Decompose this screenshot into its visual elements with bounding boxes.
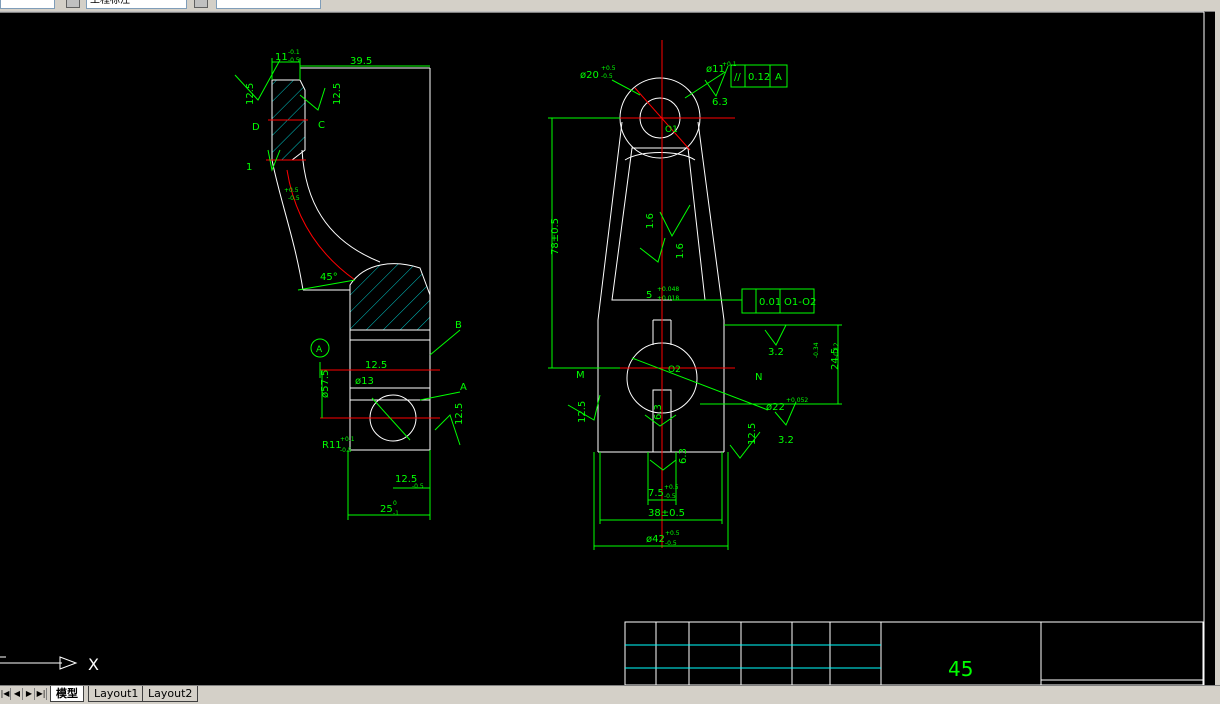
svg-text:1.6: 1.6 (675, 243, 686, 259)
svg-text:ø22: ø22 (766, 402, 785, 413)
svg-text:C: C (318, 120, 325, 131)
ucs-icon (0, 656, 78, 670)
svg-text:38±0.5: 38±0.5 (648, 508, 685, 519)
svg-text:-0.5: -0.5 (288, 195, 300, 202)
table-style-icon[interactable] (194, 0, 208, 8)
svg-text:-0.5: -0.5 (664, 493, 676, 500)
side-arm-inner (301, 149, 381, 263)
svg-text:-0.12: -0.12 (833, 342, 840, 358)
gdt-datum-top: A (775, 72, 782, 83)
dimstyle-combo[interactable]: 工程标注 (86, 0, 187, 9)
svg-text:O2: O2 (668, 365, 681, 375)
material-label: 45 (948, 657, 973, 681)
svg-text:A: A (316, 345, 323, 355)
svg-text:+0.048: +0.048 (657, 286, 679, 293)
svg-text:+0.018: +0.018 (657, 295, 679, 302)
svg-text:-0.5: -0.5 (340, 447, 352, 454)
svg-text:0: 0 (393, 500, 397, 507)
svg-text:3.2: 3.2 (768, 347, 784, 358)
last-tab-icon[interactable]: ▶| (36, 688, 47, 700)
first-tab-icon[interactable]: |◀ (0, 688, 11, 700)
layout-tab-bar: |◀ ◀ ▶ ▶| 模型 Layout1 Layout2 (0, 685, 1220, 704)
svg-text:6.3: 6.3 (678, 448, 689, 464)
svg-text:-0.5: -0.5 (601, 73, 613, 80)
side-arm-outer (271, 159, 304, 291)
svg-text:12.5: 12.5 (332, 83, 343, 105)
drawing-canvas[interactable]: 11 -0.1 -0.5 39.5 12.5 12.5 D C 1 +0.5 -… (0, 11, 1215, 685)
style-icon[interactable] (66, 0, 80, 8)
svg-text:-0.1: -0.1 (288, 49, 300, 56)
svg-text:3.2: 3.2 (778, 435, 794, 446)
tab-layout1[interactable]: Layout1 (88, 686, 145, 702)
svg-text:+0.5: +0.5 (665, 530, 680, 537)
svg-text:-0.5: -0.5 (665, 540, 677, 547)
tab-layout2[interactable]: Layout2 (142, 686, 199, 702)
dim-11: 11 (275, 52, 288, 63)
svg-text:45°: 45° (320, 272, 338, 283)
ucs-x-label: X (88, 655, 99, 674)
svg-text:N: N (755, 372, 762, 383)
front-view (597, 77, 725, 453)
svg-text:B: B (455, 320, 462, 331)
front-centerlines (552, 40, 735, 548)
gdt-value-top: 0.12 (748, 72, 770, 83)
svg-text:M: M (576, 370, 585, 381)
svg-text:12.5: 12.5 (747, 423, 758, 445)
svg-text:R11: R11 (322, 440, 342, 451)
side-view (266, 67, 440, 451)
svg-text:+0.5: +0.5 (664, 484, 679, 491)
svg-text:-0.34: -0.34 (813, 342, 820, 358)
side-lower-body (349, 329, 431, 451)
svg-text:78±0.5: 78±0.5 (550, 218, 561, 255)
svg-text:A: A (460, 382, 467, 393)
svg-text:12.5: 12.5 (365, 360, 387, 371)
svg-text:6.3: 6.3 (653, 404, 664, 420)
svg-text:1: 1 (246, 162, 252, 173)
gdt-datum-mid: O1-O2 (784, 297, 816, 308)
tablestyle-combo[interactable] (216, 0, 321, 9)
svg-text:+0.5: +0.5 (284, 187, 299, 194)
front-arm-left (597, 121, 623, 452)
tab-model[interactable]: 模型 (50, 686, 84, 702)
gdt-value-mid: 0.01 (759, 297, 781, 308)
dim-39: 39.5 (350, 56, 372, 67)
svg-text:12.5: 12.5 (577, 401, 588, 423)
svg-text:+0.1: +0.1 (722, 61, 737, 68)
prev-tab-icon[interactable]: ◀ (12, 688, 23, 700)
svg-text:ø42: ø42 (646, 534, 665, 545)
title-block (624, 621, 1204, 685)
svg-text:ø57.5: ø57.5 (320, 370, 331, 398)
vertical-scrollbar[interactable] (1215, 11, 1220, 685)
svg-text:5: 5 (646, 290, 652, 301)
svg-text:25: 25 (380, 504, 393, 515)
svg-text:12.5: 12.5 (245, 83, 256, 105)
svg-text:D: D (252, 122, 260, 133)
svg-text:O1: O1 (665, 125, 678, 135)
svg-text:6.3: 6.3 (712, 97, 728, 108)
side-lower-hatch (349, 263, 431, 331)
svg-text:-0.5: -0.5 (288, 57, 300, 64)
svg-text:-1: -1 (393, 510, 399, 517)
front-inner-slot (611, 147, 706, 301)
svg-text:ø20: ø20 (580, 70, 599, 81)
svg-text:-0.5: -0.5 (412, 483, 424, 490)
layer-combo[interactable] (0, 0, 55, 9)
front-arm-right (697, 121, 725, 452)
svg-text:7.5: 7.5 (648, 488, 664, 499)
svg-text:ø13: ø13 (355, 376, 374, 387)
svg-text:12.5: 12.5 (454, 403, 465, 425)
next-tab-icon[interactable]: ▶ (24, 688, 35, 700)
svg-text:+0.5: +0.5 (601, 65, 616, 72)
svg-text:+0.1: +0.1 (340, 436, 355, 443)
svg-text:+0.052: +0.052 (786, 397, 808, 404)
svg-text:1.6: 1.6 (645, 213, 656, 229)
gdt-symbol-top: // (734, 72, 741, 83)
